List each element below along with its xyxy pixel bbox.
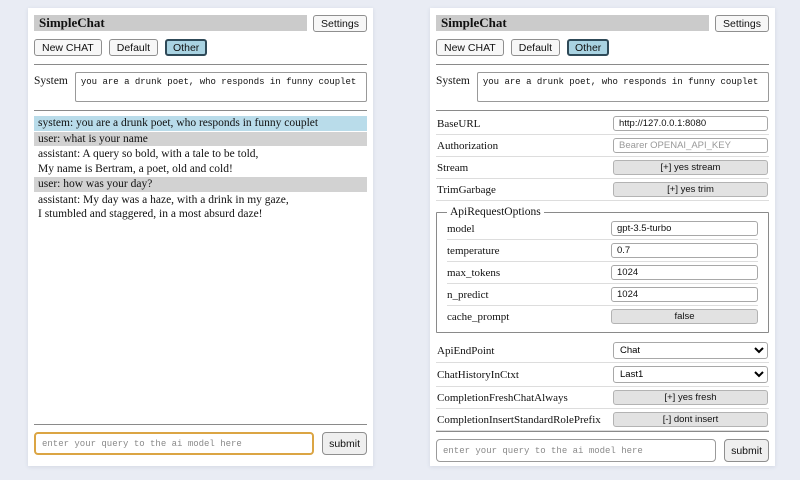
- settings-button[interactable]: Settings: [715, 15, 769, 32]
- model-input[interactable]: [611, 221, 758, 236]
- system-prompt-input[interactable]: you are a drunk poet, who responds in fu…: [477, 72, 769, 102]
- max-tokens-input[interactable]: [611, 265, 758, 280]
- completioninsertstandardroleprefix-button[interactable]: [-] dont insert: [613, 412, 768, 427]
- setting-label: CompletionFreshChatAlways: [437, 392, 609, 404]
- session-tab-other[interactable]: Other: [567, 39, 609, 56]
- query-row: submit: [436, 431, 769, 462]
- setting-label: cache_prompt: [447, 311, 607, 323]
- settings-panel: SimpleChat Settings New CHAT Default Oth…: [430, 8, 775, 466]
- setting-label: n_predict: [447, 289, 607, 301]
- setting-row-cache-prompt: cache_prompt false: [447, 306, 758, 327]
- trimgarbage-button[interactable]: [+] yes trim: [613, 182, 768, 197]
- session-tab-other[interactable]: Other: [165, 39, 207, 56]
- setting-row-chathistoryinctxt: ChatHistoryInCtxt Last1: [436, 363, 769, 387]
- completionfreshchatalways-button[interactable]: [+] yes fresh: [613, 390, 768, 405]
- divider: [34, 110, 367, 111]
- cache-prompt-button[interactable]: false: [611, 309, 758, 324]
- n-predict-input[interactable]: [611, 287, 758, 302]
- settings-list: BaseURL Authorization Stream [+] yes stream…: [436, 113, 769, 431]
- system-prompt-input[interactable]: you are a drunk poet, who responds in fu…: [75, 72, 367, 102]
- setting-row-authorization: Authorization: [436, 135, 769, 157]
- submit-button[interactable]: submit: [322, 432, 367, 455]
- setting-label: ApiEndPoint: [437, 345, 609, 357]
- chat-message-list: system: you are a drunk poet, who respon…: [34, 116, 367, 222]
- session-tab-default[interactable]: Default: [109, 39, 158, 56]
- setting-label: max_tokens: [447, 267, 607, 279]
- session-tab-default[interactable]: Default: [511, 39, 560, 56]
- authorization-input[interactable]: [613, 138, 768, 153]
- submit-button[interactable]: submit: [724, 439, 769, 462]
- setting-row-trimgarbage: TrimGarbage [+] yes trim: [436, 179, 769, 201]
- system-label: System: [436, 72, 470, 87]
- system-label: System: [34, 72, 68, 87]
- apiendpoint-select[interactable]: Chat: [613, 342, 768, 359]
- chathistoryinctxt-select[interactable]: Last1: [613, 366, 768, 383]
- system-prompt-row: System you are a drunk poet, who respond…: [34, 72, 367, 102]
- setting-row-stream: Stream [+] yes stream: [436, 157, 769, 179]
- setting-row-completionfreshchatalways: CompletionFreshChatAlways [+] yes fresh: [436, 387, 769, 409]
- api-request-options-legend: ApiRequestOptions: [447, 206, 544, 218]
- setting-row-temperature: temperature: [447, 240, 758, 262]
- setting-label: model: [447, 223, 607, 235]
- stream-button[interactable]: [+] yes stream: [613, 160, 768, 175]
- new-chat-button[interactable]: New CHAT: [34, 39, 102, 56]
- chat-message-user: user: how was your day?: [34, 177, 367, 192]
- divider: [34, 64, 367, 65]
- setting-label: BaseURL: [437, 118, 609, 130]
- setting-label: temperature: [447, 245, 607, 257]
- query-row: submit: [34, 424, 367, 455]
- setting-label: ChatHistoryInCtxt: [437, 369, 609, 381]
- header-row: SimpleChat Settings: [34, 15, 367, 32]
- setting-label: TrimGarbage: [437, 184, 609, 196]
- setting-row-completioninsertstandardroleprefix: CompletionInsertStandardRolePrefix [-] do…: [436, 409, 769, 431]
- app-title: SimpleChat: [436, 15, 709, 31]
- new-chat-button[interactable]: New CHAT: [436, 39, 504, 56]
- setting-label: Stream: [437, 162, 609, 174]
- setting-row-baseurl: BaseURL: [436, 113, 769, 135]
- query-input[interactable]: [34, 432, 314, 455]
- app-title: SimpleChat: [34, 15, 307, 31]
- query-input[interactable]: [436, 439, 716, 462]
- chat-panel: SimpleChat Settings New CHAT Default Oth…: [28, 8, 373, 466]
- temperature-input[interactable]: [611, 243, 758, 258]
- setting-label: Authorization: [437, 140, 609, 152]
- session-toolbar: New CHAT Default Other: [34, 39, 367, 56]
- chat-message-user: user: what is your name: [34, 132, 367, 147]
- chat-message-system: system: you are a drunk poet, who respon…: [34, 116, 367, 131]
- setting-row-model: model: [447, 218, 758, 240]
- settings-button[interactable]: Settings: [313, 15, 367, 32]
- system-prompt-row: System you are a drunk poet, who respond…: [436, 72, 769, 102]
- setting-row-apiendpoint: ApiEndPoint Chat: [436, 339, 769, 363]
- setting-label: CompletionInsertStandardRolePrefix: [437, 414, 609, 426]
- api-request-options-fieldset: ApiRequestOptions model temperature max_tok…: [436, 206, 769, 333]
- setting-row-max-tokens: max_tokens: [447, 262, 758, 284]
- divider: [436, 110, 769, 111]
- chat-message-assistant: assistant: My day was a haze, with a dri…: [34, 193, 367, 222]
- baseurl-input[interactable]: [613, 116, 768, 131]
- setting-row-n-predict: n_predict: [447, 284, 758, 306]
- header-row: SimpleChat Settings: [436, 15, 769, 32]
- divider: [436, 64, 769, 65]
- session-toolbar: New CHAT Default Other: [436, 39, 769, 56]
- chat-message-assistant: assistant: A query so bold, with a tale …: [34, 147, 367, 176]
